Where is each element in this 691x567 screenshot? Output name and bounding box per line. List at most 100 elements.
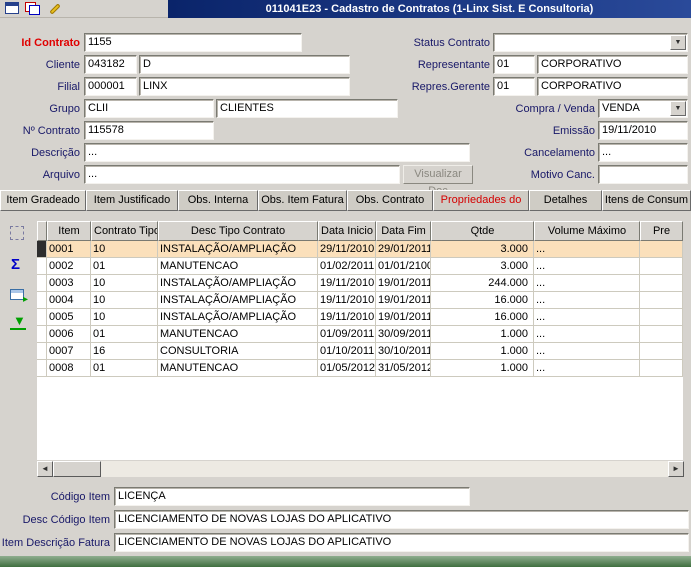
cancelamento-field[interactable]: ... — [598, 143, 688, 162]
grid-cell[interactable]: 0004 — [47, 292, 91, 309]
compra-venda-combo[interactable]: VENDA ▼ — [598, 99, 688, 118]
grid-cell[interactable]: 244.000 — [431, 275, 534, 292]
grid-cell[interactable]: ... — [534, 360, 640, 377]
grid-cell[interactable]: 29/01/2011 — [376, 241, 431, 258]
desc-codigo-item-field[interactable]: LICENCIAMENTO DE NOVAS LOJAS DO APLICATI… — [114, 510, 689, 529]
grid-cell[interactable]: ... — [534, 309, 640, 326]
grid-cell[interactable]: MANUTENCAO — [158, 326, 318, 343]
tab-detalhes[interactable]: Detalhes — [529, 190, 602, 211]
grid-cell[interactable]: 1.000 — [431, 360, 534, 377]
col-header-pre[interactable]: Pre — [640, 221, 683, 241]
grid-cell[interactable] — [640, 275, 683, 292]
grid-cell[interactable]: 01/01/2100 — [376, 258, 431, 275]
grid-cell[interactable]: ... — [534, 292, 640, 309]
grid-cell[interactable]: 0007 — [47, 343, 91, 360]
item-descricao-fatura-field[interactable]: LICENCIAMENTO DE NOVAS LOJAS DO APLICATI… — [114, 533, 689, 552]
arquivo-field[interactable]: ... — [84, 165, 400, 184]
grid-cell[interactable] — [640, 343, 683, 360]
grid-cell[interactable]: 29/11/2010 — [318, 241, 376, 258]
filial-name-field[interactable]: LINX — [139, 77, 350, 96]
grid-cell[interactable]: 10 — [91, 241, 158, 258]
tab-propriedades-do[interactable]: Propriedades do — [433, 190, 529, 211]
grid-cell[interactable]: INSTALAÇÃO/AMPLIAÇÃO — [158, 292, 318, 309]
grid-cell[interactable]: 19/11/2010 — [318, 292, 376, 309]
grid-row-2[interactable]: 000201MANUTENCAO01/02/201101/01/21003.00… — [37, 258, 683, 275]
grid-cell[interactable]: ... — [534, 258, 640, 275]
tab-item-justificado[interactable]: Item Justificado — [86, 190, 178, 211]
grid-cell[interactable]: 01 — [91, 360, 158, 377]
window-icon[interactable] — [3, 1, 21, 17]
status-contrato-combo[interactable]: ▼ — [493, 33, 688, 52]
scroll-right-icon[interactable]: ► — [668, 461, 684, 477]
col-header-data-inicio[interactable]: Data Inicio — [318, 221, 376, 241]
grid-cell[interactable]: 19/11/2010 — [318, 275, 376, 292]
grid-cell[interactable]: 19/11/2010 — [318, 309, 376, 326]
grid-cell[interactable] — [640, 309, 683, 326]
col-header-qtde[interactable]: Qtde — [431, 221, 534, 241]
sum-icon[interactable]: Σ — [8, 256, 28, 276]
cliente-code-field[interactable]: 043182 — [84, 55, 137, 74]
grid-cell[interactable] — [640, 241, 683, 258]
grid-row-7[interactable]: 000716CONSULTORIA01/10/201130/10/20111.0… — [37, 343, 683, 360]
grid-row-6[interactable]: 000601MANUTENCAO01/09/201130/09/20111.00… — [37, 326, 683, 343]
tab-obs-interna[interactable]: Obs. Interna — [178, 190, 258, 211]
chevron-down-icon[interactable]: ▼ — [670, 35, 686, 50]
cascade-windows-icon[interactable] — [24, 1, 42, 17]
scroll-left-icon[interactable]: ◄ — [37, 461, 53, 477]
repres-gerente-name-field[interactable]: CORPORATIVO — [537, 77, 688, 96]
grid-cell[interactable]: 1.000 — [431, 343, 534, 360]
grid-cell[interactable]: 0002 — [47, 258, 91, 275]
grid-cell[interactable]: 01/05/2012 — [318, 360, 376, 377]
grid-cell[interactable]: INSTALAÇÃO/AMPLIAÇÃO — [158, 241, 318, 258]
tab-obs-contrato[interactable]: Obs. Contrato — [347, 190, 433, 211]
grid-cell[interactable]: MANUTENCAO — [158, 258, 318, 275]
col-header-contrato-tipo[interactable]: Contrato Tipo — [91, 221, 158, 241]
grid-cell[interactable]: ... — [534, 241, 640, 258]
grid-cell[interactable] — [640, 292, 683, 309]
grid-cell[interactable]: 01/10/2011 — [318, 343, 376, 360]
grid-cell[interactable]: 16.000 — [431, 309, 534, 326]
codigo-item-field[interactable]: LICENÇA — [114, 487, 470, 506]
grid-cell[interactable] — [640, 258, 683, 275]
grid-cell[interactable]: 0001 — [47, 241, 91, 258]
grid-cell[interactable]: 16 — [91, 343, 158, 360]
grid-horizontal-scrollbar[interactable]: ◄ ► — [37, 461, 684, 477]
cliente-name-field[interactable]: D — [139, 55, 350, 74]
grid-cell[interactable]: 19/01/2011 — [376, 275, 431, 292]
grupo-code-field[interactable]: CLII — [84, 99, 214, 118]
grid-cell[interactable]: 01/02/2011 — [318, 258, 376, 275]
grid-cell[interactable]: 30/10/2011 — [376, 343, 431, 360]
col-header-item[interactable]: Item — [47, 221, 91, 241]
grid-cell[interactable]: 10 — [91, 309, 158, 326]
grid-row-1[interactable]: 000110INSTALAÇÃO/AMPLIAÇÃO29/11/201029/0… — [37, 241, 683, 258]
grid-cell[interactable]: 01 — [91, 326, 158, 343]
grid-row-3[interactable]: 000310INSTALAÇÃO/AMPLIAÇÃO19/11/201019/0… — [37, 275, 683, 292]
grid-cell[interactable]: 01/09/2011 — [318, 326, 376, 343]
grid-cell[interactable] — [640, 326, 683, 343]
grid-cell[interactable]: 1.000 — [431, 326, 534, 343]
col-header-volume-m-ximo[interactable]: Volume Máximo — [534, 221, 640, 241]
descricao-field[interactable]: ... — [84, 143, 470, 162]
representante-name-field[interactable]: CORPORATIVO — [537, 55, 688, 74]
export-grid-icon[interactable] — [8, 286, 28, 306]
motivo-canc-field[interactable] — [598, 165, 688, 184]
num-contrato-field[interactable]: 115578 — [84, 121, 214, 140]
grid-cell[interactable]: 0006 — [47, 326, 91, 343]
grid-cell[interactable]: 10 — [91, 275, 158, 292]
grid-cell[interactable]: MANUTENCAO — [158, 360, 318, 377]
grid-cell[interactable]: 0008 — [47, 360, 91, 377]
grid-cell[interactable]: 0005 — [47, 309, 91, 326]
grid-cell[interactable]: INSTALAÇÃO/AMPLIAÇÃO — [158, 275, 318, 292]
grid-cell[interactable]: 0003 — [47, 275, 91, 292]
tab-itens-de-consum[interactable]: Itens de Consum — [602, 190, 691, 211]
visualizar-doc-button[interactable]: Visualizar Doc — [403, 165, 473, 184]
tab-item-gradeado[interactable]: Item Gradeado — [0, 190, 86, 211]
grid-row-8[interactable]: 000801MANUTENCAO01/05/201231/05/20121.00… — [37, 360, 683, 377]
grid-row-4[interactable]: 000410INSTALAÇÃO/AMPLIAÇÃO19/11/201019/0… — [37, 292, 683, 309]
wrench-icon[interactable] — [47, 1, 65, 17]
col-header-data-fim[interactable]: Data Fim — [376, 221, 431, 241]
tab-obs-item-fatura[interactable]: Obs. Item Fatura — [258, 190, 347, 211]
grid-cell[interactable]: INSTALAÇÃO/AMPLIAÇÃO — [158, 309, 318, 326]
scrollbar-thumb[interactable] — [53, 461, 101, 477]
filial-code-field[interactable]: 000001 — [84, 77, 137, 96]
